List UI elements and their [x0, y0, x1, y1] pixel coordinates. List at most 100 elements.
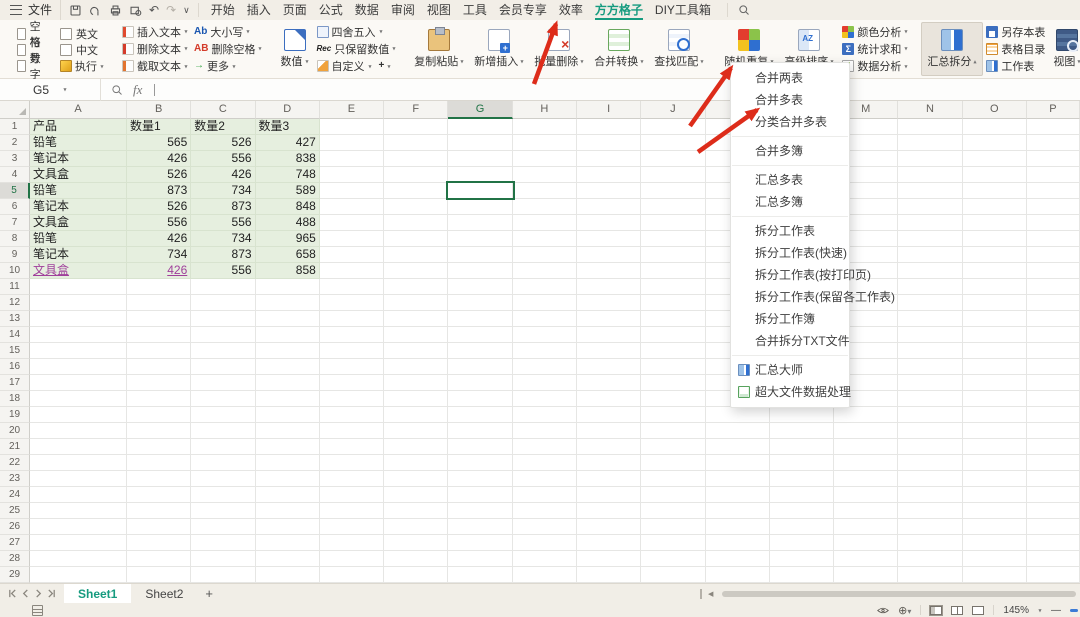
- batch-delete-button[interactable]: 批量删除▾: [529, 22, 589, 76]
- cell-G13[interactable]: [448, 311, 512, 327]
- cell-C7[interactable]: 556: [191, 215, 255, 231]
- cell-O28[interactable]: [963, 551, 1027, 567]
- cell-E24[interactable]: [320, 487, 384, 503]
- row-header-21[interactable]: 21: [0, 439, 30, 455]
- cell-F4[interactable]: [384, 167, 448, 183]
- cell-A12[interactable]: [30, 295, 127, 311]
- cell-I2[interactable]: [577, 135, 641, 151]
- cell-M27[interactable]: [834, 535, 898, 551]
- row-header-3[interactable]: 3: [0, 151, 30, 167]
- cell-P23[interactable]: [1027, 471, 1080, 487]
- cell-P20[interactable]: [1027, 423, 1080, 439]
- cell-A24[interactable]: [30, 487, 127, 503]
- cell-I9[interactable]: [577, 247, 641, 263]
- cell-P22[interactable]: [1027, 455, 1080, 471]
- cell-N26[interactable]: [898, 519, 962, 535]
- cell-P15[interactable]: [1027, 343, 1080, 359]
- cell-J10[interactable]: [641, 263, 705, 279]
- cell-M22[interactable]: [834, 455, 898, 471]
- tab-DIY工具箱[interactable]: DIY工具箱: [649, 0, 717, 20]
- cell-N17[interactable]: [898, 375, 962, 391]
- cell-I23[interactable]: [577, 471, 641, 487]
- cell-J19[interactable]: [641, 407, 705, 423]
- column-header-E[interactable]: E: [320, 101, 384, 119]
- zoom-slider[interactable]: [1070, 609, 1078, 612]
- cell-P11[interactable]: [1027, 279, 1080, 295]
- cell-J25[interactable]: [641, 503, 705, 519]
- row-header-26[interactable]: 26: [0, 519, 30, 535]
- cell-D5[interactable]: 589: [256, 183, 320, 199]
- cell-E12[interactable]: [320, 295, 384, 311]
- tab-审阅[interactable]: 审阅: [385, 0, 421, 20]
- cell-F25[interactable]: [384, 503, 448, 519]
- cell-E13[interactable]: [320, 311, 384, 327]
- cell-C20[interactable]: [191, 423, 255, 439]
- cell-N18[interactable]: [898, 391, 962, 407]
- cell-D11[interactable]: [256, 279, 320, 295]
- cell-A27[interactable]: [30, 535, 127, 551]
- cell-G14[interactable]: [448, 327, 512, 343]
- cell-O5[interactable]: [963, 183, 1027, 199]
- cell-J22[interactable]: [641, 455, 705, 471]
- cell-N2[interactable]: [898, 135, 962, 151]
- cell-O13[interactable]: [963, 311, 1027, 327]
- cell-H5[interactable]: [513, 183, 577, 199]
- cell-A10[interactable]: 文具盒: [30, 263, 127, 279]
- cell-C25[interactable]: [191, 503, 255, 519]
- cell-J6[interactable]: [641, 199, 705, 215]
- cell-G21[interactable]: [448, 439, 512, 455]
- cell-P12[interactable]: [1027, 295, 1080, 311]
- cell-D23[interactable]: [256, 471, 320, 487]
- row-header-1[interactable]: 1: [0, 119, 30, 135]
- cell-C28[interactable]: [191, 551, 255, 567]
- cell-N23[interactable]: [898, 471, 962, 487]
- cell-J27[interactable]: [641, 535, 705, 551]
- cell-G22[interactable]: [448, 455, 512, 471]
- cell-D20[interactable]: [256, 423, 320, 439]
- quick-access-more-icon[interactable]: ∨: [183, 4, 190, 17]
- cell-C24[interactable]: [191, 487, 255, 503]
- cell-M24[interactable]: [834, 487, 898, 503]
- cell-P6[interactable]: [1027, 199, 1080, 215]
- tab-公式[interactable]: 公式: [313, 0, 349, 20]
- cell-I20[interactable]: [577, 423, 641, 439]
- row-header-18[interactable]: 18: [0, 391, 30, 407]
- cell-N16[interactable]: [898, 359, 962, 375]
- cell-J18[interactable]: [641, 391, 705, 407]
- cell-F17[interactable]: [384, 375, 448, 391]
- insert-text-button[interactable]: 插入文本▾: [122, 24, 188, 40]
- cell-K25[interactable]: [706, 503, 770, 519]
- tab-页面[interactable]: 页面: [277, 0, 313, 20]
- cell-N21[interactable]: [898, 439, 962, 455]
- row-header-12[interactable]: 12: [0, 295, 30, 311]
- cell-H4[interactable]: [513, 167, 577, 183]
- cell-J1[interactable]: [641, 119, 705, 135]
- cell-B12[interactable]: [127, 295, 191, 311]
- row-header-17[interactable]: 17: [0, 375, 30, 391]
- cell-N25[interactable]: [898, 503, 962, 519]
- cell-M20[interactable]: [834, 423, 898, 439]
- cell-H2[interactable]: [513, 135, 577, 151]
- cell-J17[interactable]: [641, 375, 705, 391]
- cell-C29[interactable]: [191, 567, 255, 583]
- cell-O2[interactable]: [963, 135, 1027, 151]
- cell-K28[interactable]: [706, 551, 770, 567]
- cell-B22[interactable]: [127, 455, 191, 471]
- cell-N24[interactable]: [898, 487, 962, 503]
- cell-J14[interactable]: [641, 327, 705, 343]
- cell-A26[interactable]: [30, 519, 127, 535]
- cell-N12[interactable]: [898, 295, 962, 311]
- cell-E29[interactable]: [320, 567, 384, 583]
- cell-E19[interactable]: [320, 407, 384, 423]
- cell-B3[interactable]: 426: [127, 151, 191, 167]
- cell-A9[interactable]: 笔记本: [30, 247, 127, 263]
- checkbox-chinese[interactable]: 中文: [60, 42, 104, 58]
- cell-N5[interactable]: [898, 183, 962, 199]
- cell-B29[interactable]: [127, 567, 191, 583]
- cell-M29[interactable]: [834, 567, 898, 583]
- cell-J9[interactable]: [641, 247, 705, 263]
- cell-D4[interactable]: 748: [256, 167, 320, 183]
- eye-icon[interactable]: [877, 606, 889, 615]
- cell-I26[interactable]: [577, 519, 641, 535]
- tab-数据[interactable]: 数据: [349, 0, 385, 20]
